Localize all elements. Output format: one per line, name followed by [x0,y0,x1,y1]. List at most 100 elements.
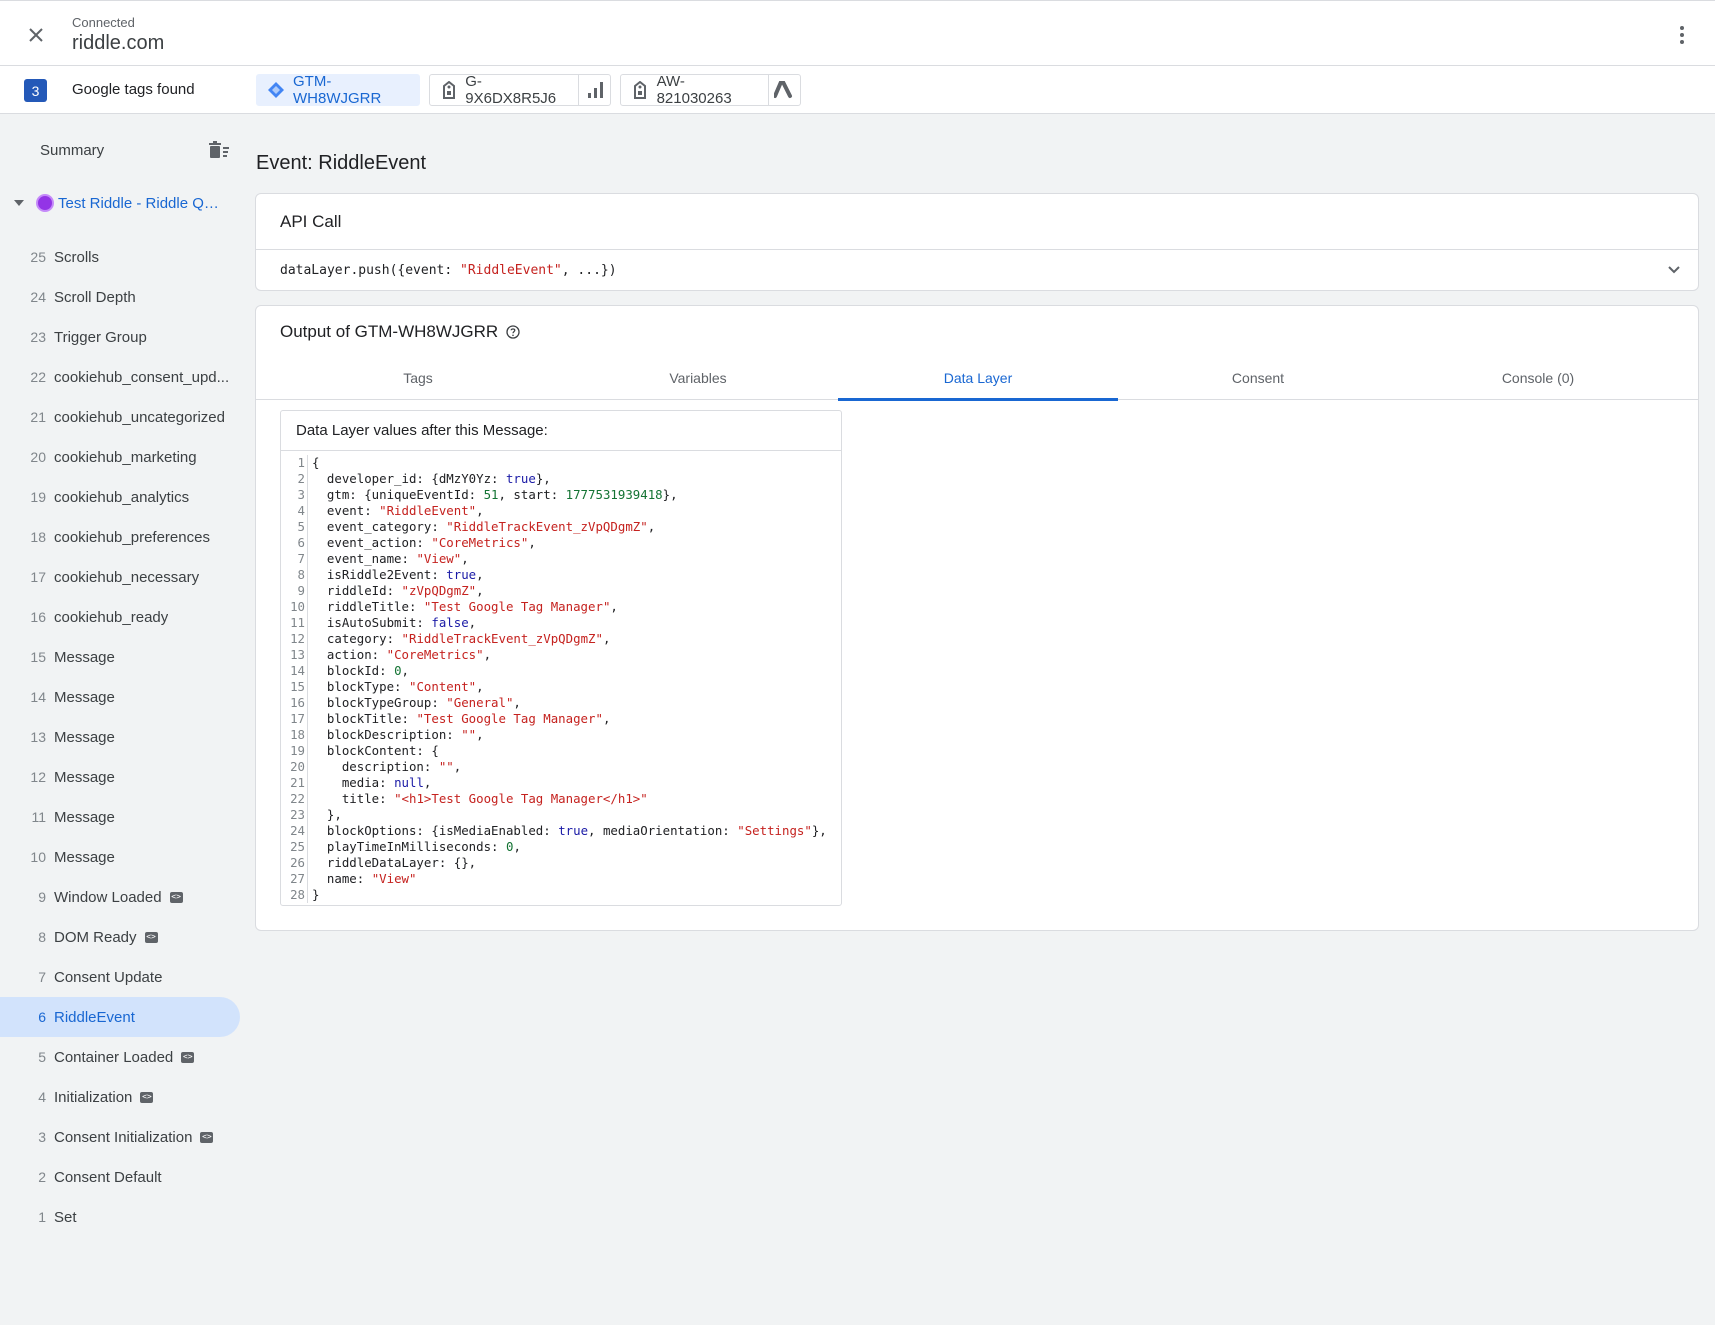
delete-sweep-icon[interactable] [208,140,230,162]
line-source: event_action: "CoreMetrics", [308,535,536,551]
event-item[interactable]: 23 Trigger Group [0,317,240,357]
code-token: "" [438,759,454,774]
code-token: riddleId: [312,583,402,598]
event-number: 3 [38,1129,46,1145]
event-item[interactable]: 14 Message [0,677,240,717]
code-token: , [461,551,469,566]
code-token: "General" [446,695,514,710]
event-item[interactable]: 22 cookiehub_consent_upd... [0,357,240,397]
code-token: "" [461,727,477,742]
tag-chip-gtm[interactable]: GTM-WH8WJGRR [256,73,420,107]
event-item[interactable]: 25 Scrolls [0,237,240,277]
event-item[interactable]: 19 cookiehub_analytics [0,477,240,517]
event-item[interactable]: 5 Container Loaded <> [0,1037,240,1077]
event-item-selected[interactable]: 6 RiddleEvent [0,997,240,1037]
code-line: 6 event_action: "CoreMetrics", [281,535,841,551]
event-item[interactable]: 18 cookiehub_preferences [0,517,240,557]
line-number: 27 [281,871,308,887]
close-button[interactable] [22,21,50,49]
event-label: Message [54,768,115,786]
event-item[interactable]: 13 Message [0,717,240,757]
event-item[interactable]: 8 DOM Ready <> [0,917,240,957]
event-label: Message [54,728,115,746]
event-item[interactable]: 7 Consent Update [0,957,240,997]
code-token: event: [312,503,380,518]
page-load-row[interactable]: Test Riddle - Riddle Qui... [0,185,240,221]
event-number: 21 [30,409,46,425]
code-token: , [401,663,409,678]
code-token: "View" [371,871,417,886]
expand-api-button[interactable] [1664,260,1684,280]
code-icon: <> [140,1091,154,1103]
chevron-down-icon[interactable] [1664,260,1684,280]
event-item[interactable]: 10 Message [0,837,240,877]
event-label: cookiehub_analytics [54,488,190,506]
code-token: media: [312,775,395,790]
expand-caret-icon[interactable] [14,200,24,206]
line-number: 7 [281,551,308,567]
code-token: "zVpQDgmZ" [401,583,477,598]
event-item[interactable]: 12 Message [0,757,240,797]
data-layer-code[interactable]: 1{2 developer_id: {dMzY0Yz: true}, 3 gtm:… [281,455,841,903]
event-item[interactable]: 24 Scroll Depth [0,277,240,317]
event-item[interactable]: 3 Consent Initialization <> [0,1117,240,1157]
code-line: 13 action: "CoreMetrics", [281,647,841,663]
event-number: 19 [30,489,46,505]
clear-messages-button[interactable] [208,140,230,162]
code-line: 4 event: "RiddleEvent", [281,503,841,519]
tab-consent[interactable]: Consent [1118,356,1398,400]
close-icon[interactable] [28,27,44,43]
event-item[interactable]: 9 Window Loaded <> [0,877,240,917]
tag-bar: 3 Google tags found GTM-WH8WJGRR G-9X6DX… [0,66,1715,114]
tag-chip-label: GTM-WH8WJGRR [293,73,382,107]
code-token: , [610,599,618,614]
code-token: name: [312,871,372,886]
line-source: action: "CoreMetrics", [308,647,491,663]
event-item[interactable]: 1 Set [0,1197,240,1237]
code-line: 18 blockDescription: "", [281,727,841,743]
tab-data-layer[interactable]: Data Layer [838,356,1118,401]
tag-chip-ga4[interactable]: G-9X6DX8R5J6 [429,73,611,107]
code-token: "RiddleEvent" [379,503,477,518]
more-vert-icon[interactable] [1679,25,1685,45]
event-item[interactable]: 2 Consent Default [0,1157,240,1197]
summary-link[interactable]: Summary [40,142,104,159]
api-code-event: "RiddleEvent" [460,263,562,278]
code-token: event_category: [312,519,447,534]
event-item[interactable]: 15 Message [0,637,240,677]
event-number: 20 [30,449,46,465]
tag-chip-ads[interactable]: AW-821030263 [620,73,801,107]
sidebar: Summary Test Riddle - Riddle Qui... 25 Sc… [0,115,240,1325]
line-source: event: "RiddleEvent", [308,503,484,519]
tab-console[interactable]: Console (0) [1398,356,1678,400]
more-options-button[interactable] [1668,21,1696,49]
event-number: 1 [38,1209,46,1225]
gtm-diamond-icon [267,81,285,99]
tab-variables[interactable]: Variables [558,356,838,400]
code-icon: <> [144,931,158,943]
code-token: } [312,887,320,902]
line-number: 3 [281,487,308,503]
code-line: 12 category: "RiddleTrackEvent_zVpQDgmZ"… [281,631,841,647]
help-icon[interactable] [506,325,520,339]
code-token: title: [312,791,395,806]
event-item[interactable]: 17 cookiehub_necessary [0,557,240,597]
line-number: 18 [281,727,308,743]
event-label: Container Loaded [54,1048,174,1066]
connection-status: Connected [72,15,135,30]
event-item[interactable]: 16 cookiehub_ready [0,597,240,637]
event-item[interactable]: 4 Initialization <> [0,1077,240,1117]
code-token: , mediaOrientation: [588,823,738,838]
line-number: 21 [281,775,308,791]
line-source: name: "View" [308,871,417,887]
line-source: description: "", [308,759,461,775]
code-token: event_name: [312,551,417,566]
event-item[interactable]: 20 cookiehub_marketing [0,437,240,477]
event-label: Consent Initialization [54,1128,193,1146]
tab-tags[interactable]: Tags [278,356,558,400]
line-number: 26 [281,855,308,871]
event-number: 22 [30,369,46,385]
line-source: event_name: "View", [308,551,469,567]
event-item[interactable]: 21 cookiehub_uncategorized [0,397,240,437]
event-item[interactable]: 11 Message [0,797,240,837]
